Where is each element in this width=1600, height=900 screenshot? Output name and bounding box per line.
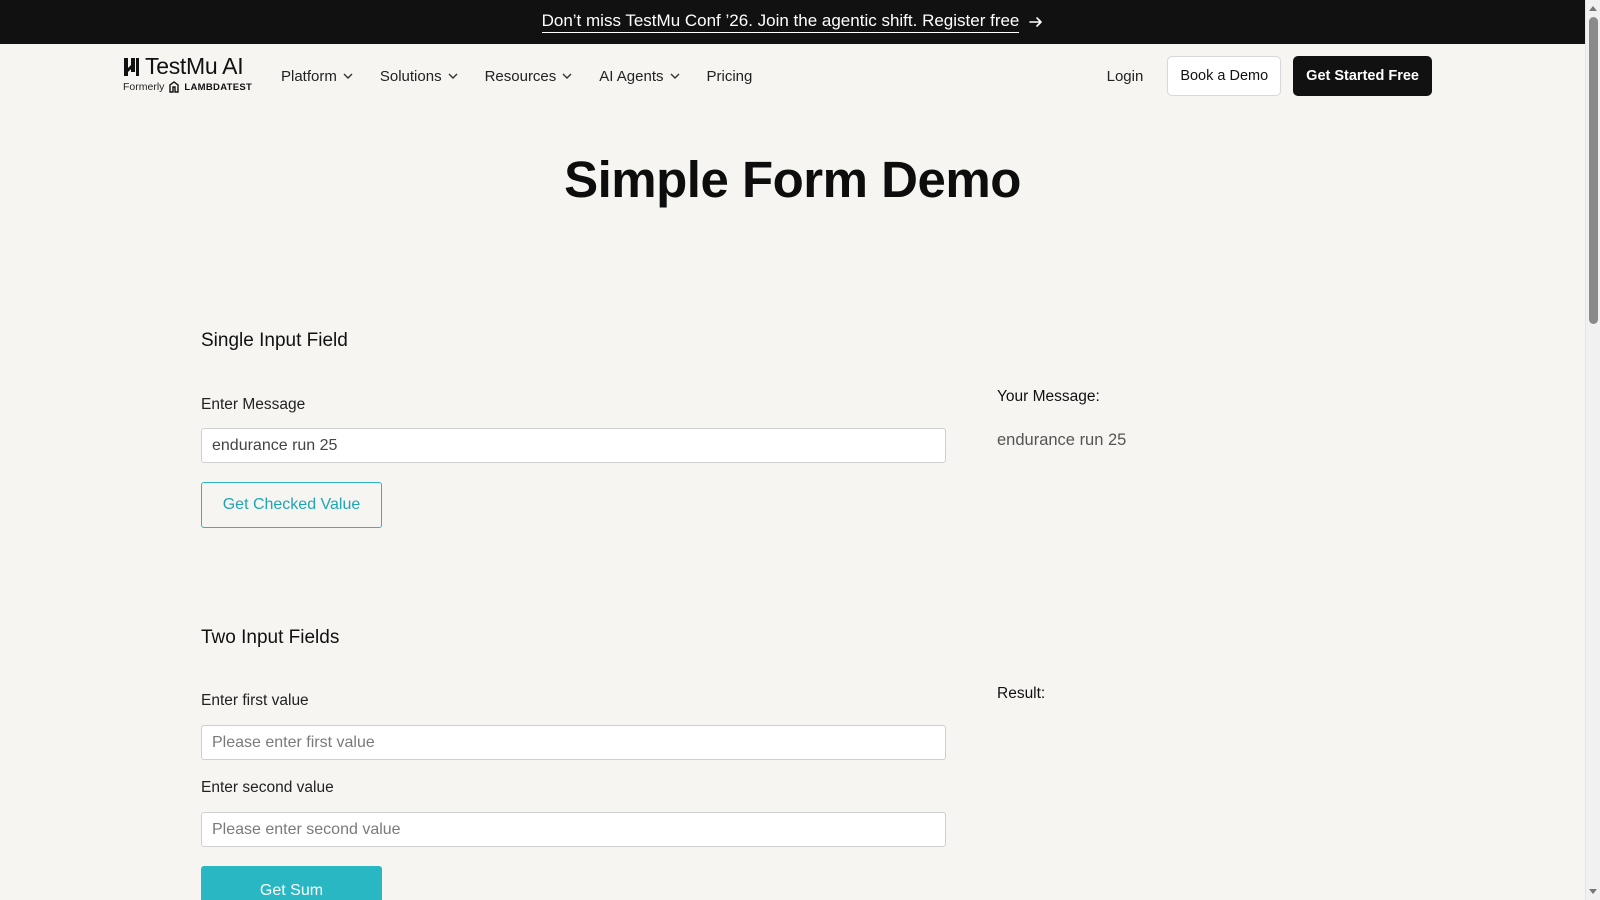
chevron-down-icon: [448, 73, 458, 79]
login-link[interactable]: Login: [1095, 68, 1156, 85]
enter-message-label: Enter Message: [201, 396, 306, 413]
your-message-label: Your Message:: [997, 388, 1100, 405]
announcement-text: Don’t miss TestMu Conf ’26. Join the age…: [541, 11, 1020, 33]
menu-pricing[interactable]: Pricing: [707, 68, 753, 85]
menu-ai-agents[interactable]: AI Agents: [599, 68, 679, 85]
first-value-input[interactable]: [201, 725, 946, 760]
menu-label: Pricing: [706, 67, 753, 85]
main-menu: Platform Solutions Resources AI Agents P…: [281, 44, 779, 108]
menu-label: Platform: [281, 67, 337, 85]
logo-formerly: Formerly: [123, 81, 165, 93]
testmu-logo-icon: [124, 57, 139, 76]
first-value-label: Enter first value: [201, 692, 309, 709]
announcement-link[interactable]: Don’t miss TestMu Conf ’26. Join the age…: [541, 11, 1044, 33]
menu-resources[interactable]: Resources: [485, 68, 573, 85]
menu-solutions[interactable]: Solutions: [380, 68, 458, 85]
two-inputs-title: Two Input Fields: [201, 627, 340, 648]
scroll-down-icon[interactable]: [1589, 889, 1597, 894]
scroll-thumb[interactable]: [1589, 17, 1598, 324]
page-scrollbar[interactable]: [1585, 0, 1600, 900]
single-input-title: Single Input Field: [201, 330, 348, 351]
arrow-right-icon: [1029, 17, 1043, 27]
scroll-up-icon[interactable]: [1589, 6, 1597, 11]
menu-label: Resources: [484, 67, 557, 85]
menu-label: Solutions: [379, 67, 442, 85]
announcement-bar: Don’t miss TestMu Conf ’26. Join the age…: [0, 0, 1585, 44]
nav-actions: Login Book a Demo Get Started Free: [1095, 56, 1432, 96]
logo-previous-name: LAMBDATEST: [184, 81, 253, 93]
get-sum-button[interactable]: Get Sum: [201, 866, 382, 900]
page-title: Simple Form Demo: [564, 151, 1021, 208]
your-message-value: endurance run 25: [997, 431, 1127, 449]
get-started-button[interactable]: Get Started Free: [1293, 56, 1432, 96]
chevron-down-icon: [343, 73, 353, 79]
logo-name: TestMu AI: [145, 53, 244, 79]
result-label: Result:: [997, 685, 1046, 702]
menu-platform[interactable]: Platform: [281, 68, 353, 85]
second-value-label: Enter second value: [201, 779, 334, 796]
book-demo-button[interactable]: Book a Demo: [1167, 56, 1282, 96]
top-nav: TestMu AI Formerly LAMBDATEST Platform S…: [0, 44, 1585, 108]
chevron-down-icon: [670, 73, 679, 79]
page: Don’t miss TestMu Conf ’26. Join the age…: [0, 0, 1585, 900]
menu-label: AI Agents: [599, 67, 664, 85]
message-input[interactable]: [201, 428, 946, 463]
lambdatest-icon: [169, 81, 180, 93]
get-checked-value-button[interactable]: Get Checked Value: [201, 482, 382, 528]
chevron-down-icon: [562, 73, 572, 79]
logo[interactable]: TestMu AI Formerly LAMBDATEST: [123, 53, 258, 97]
second-value-input[interactable]: [201, 812, 946, 847]
